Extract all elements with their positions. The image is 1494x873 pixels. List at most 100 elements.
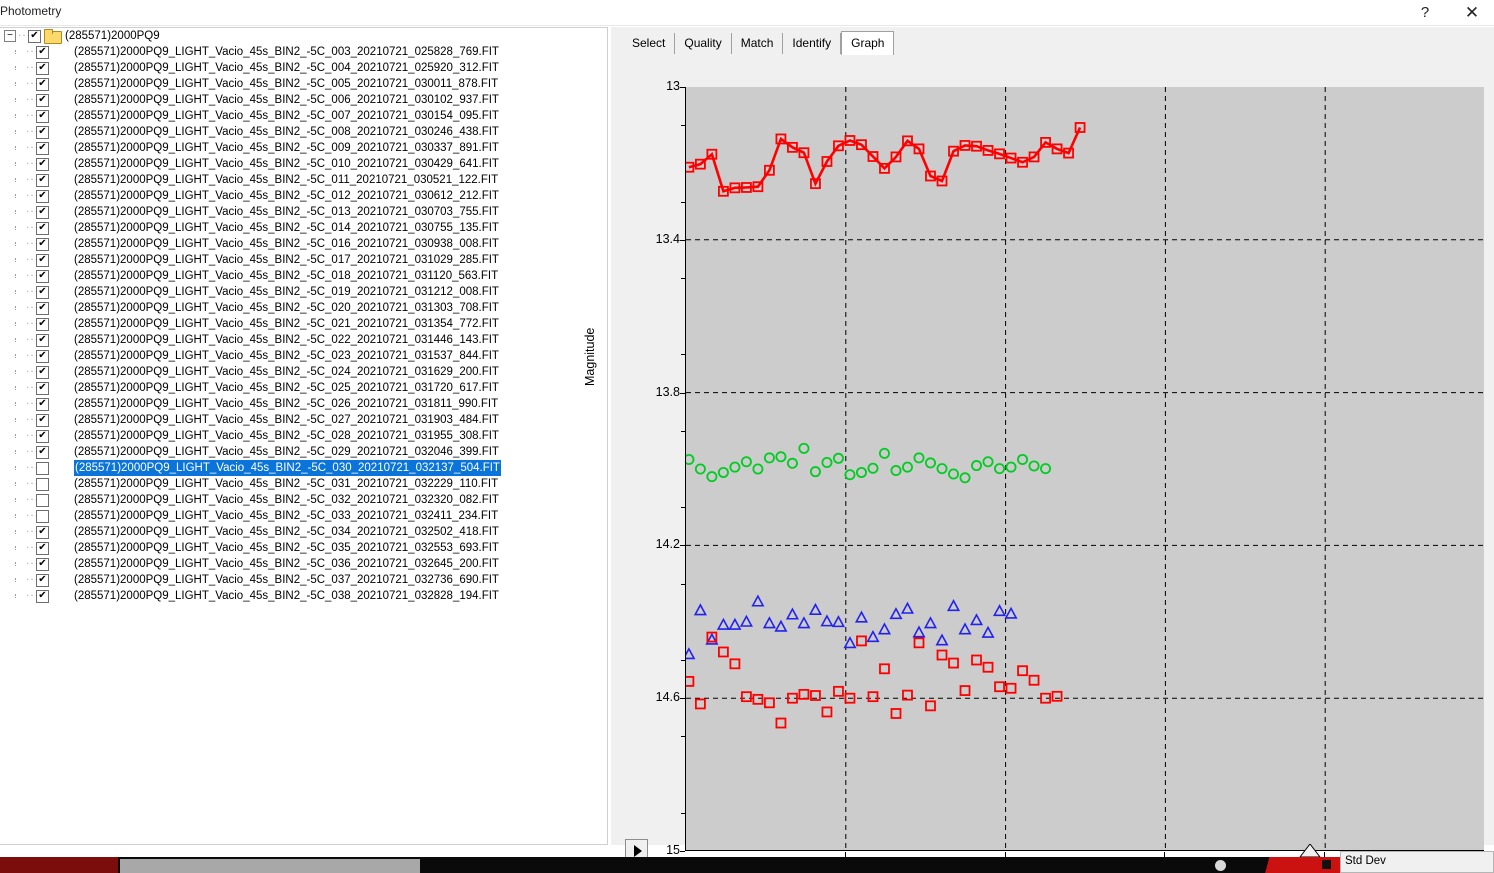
file-checkbox[interactable]	[36, 493, 49, 507]
file-list-item[interactable]: ··· (285571)2000PQ9_LIGHT_Vacio_45s_BIN2_…	[0, 124, 607, 140]
file-list-item[interactable]: ··· (285571)2000PQ9_LIGHT_Vacio_45s_BIN2_…	[0, 156, 607, 172]
tree-root-label: (285571)2000PQ9	[65, 30, 160, 42]
file-checkbox[interactable]	[36, 349, 49, 363]
file-list-item[interactable]: ··· (285571)2000PQ9_LIGHT_Vacio_45s_BIN2_…	[0, 140, 607, 156]
file-checkbox[interactable]	[36, 285, 49, 299]
tab-match[interactable]: Match	[731, 33, 784, 54]
file-list-item[interactable]: ··· (285571)2000PQ9_LIGHT_Vacio_45s_BIN2_…	[0, 44, 607, 60]
file-list-item[interactable]: ··· (285571)2000PQ9_LIGHT_Vacio_45s_BIN2_…	[0, 204, 607, 220]
file-checkbox[interactable]	[36, 525, 49, 539]
file-list-item[interactable]: ··· (285571)2000PQ9_LIGHT_Vacio_45s_BIN2_…	[0, 188, 607, 204]
graph-panel: Select Quality Match Identify Graph Magnitud…	[583, 27, 1494, 873]
file-list-item[interactable]: ··· (285571)2000PQ9_LIGHT_Vacio_45s_BIN2_…	[0, 76, 607, 92]
tree-connector-dots: ···	[26, 62, 39, 73]
file-list-item[interactable]: ··· (285571)2000PQ9_LIGHT_Vacio_45s_BIN2_…	[0, 60, 607, 76]
file-list[interactable]: ··· (285571)2000PQ9_LIGHT_Vacio_45s_BIN2_…	[0, 44, 607, 604]
file-list-item[interactable]: ··· (285571)2000PQ9_LIGHT_Vacio_45s_BIN2_…	[0, 332, 607, 348]
file-list-item[interactable]: ··· (285571)2000PQ9_LIGHT_Vacio_45s_BIN2_…	[0, 572, 607, 588]
file-checkbox[interactable]	[36, 253, 49, 267]
file-checkbox[interactable]	[36, 141, 49, 155]
file-list-item[interactable]: ··· (285571)2000PQ9_LIGHT_Vacio_45s_BIN2_…	[0, 412, 607, 428]
file-checkbox[interactable]	[36, 333, 49, 347]
file-list-item[interactable]: ··· (285571)2000PQ9_LIGHT_Vacio_45s_BIN2_…	[0, 428, 607, 444]
file-list-item[interactable]: ··· (285571)2000PQ9_LIGHT_Vacio_45s_BIN2_…	[0, 556, 607, 572]
file-label: (285571)2000PQ9_LIGHT_Vacio_45s_BIN2_-5C…	[74, 350, 499, 362]
tab-identify[interactable]: Identify	[783, 33, 842, 54]
file-checkbox[interactable]	[36, 413, 49, 427]
file-checkbox[interactable]	[36, 269, 49, 283]
file-checkbox[interactable]	[36, 157, 49, 171]
tree-connector-dots: ···	[26, 142, 39, 153]
file-list-item[interactable]: ··· (285571)2000PQ9_LIGHT_Vacio_45s_BIN2_…	[0, 524, 607, 540]
file-list-item[interactable]: ··· (285571)2000PQ9_LIGHT_Vacio_45s_BIN2_…	[0, 380, 607, 396]
tab-quality[interactable]: Quality	[675, 33, 732, 54]
tree-connector-dots: ···	[26, 270, 39, 281]
file-list-item[interactable]: ··· (285571)2000PQ9_LIGHT_Vacio_45s_BIN2_…	[0, 252, 607, 268]
file-checkbox[interactable]	[36, 429, 49, 443]
file-checkbox[interactable]	[36, 45, 49, 59]
file-list-item[interactable]: ··· (285571)2000PQ9_LIGHT_Vacio_45s_BIN2_…	[0, 300, 607, 316]
file-checkbox[interactable]	[36, 381, 49, 395]
file-checkbox[interactable]	[36, 125, 49, 139]
help-button[interactable]: ?	[1408, 1, 1442, 25]
file-list-item[interactable]: ··· (285571)2000PQ9_LIGHT_Vacio_45s_BIN2_…	[0, 220, 607, 236]
file-checkbox[interactable]	[36, 461, 49, 475]
file-checkbox[interactable]	[36, 77, 49, 91]
file-checkbox[interactable]	[36, 397, 49, 411]
file-list-item[interactable]: ··· (285571)2000PQ9_LIGHT_Vacio_45s_BIN2_…	[0, 316, 607, 332]
collapse-expander-icon[interactable]: −	[4, 30, 16, 42]
tree-connector-dots: ···	[26, 190, 39, 201]
file-checkbox[interactable]	[36, 205, 49, 219]
tree-connector-dots: ···	[26, 46, 39, 57]
file-list-item[interactable]: ··· (285571)2000PQ9_LIGHT_Vacio_45s_BIN2_…	[0, 460, 607, 476]
file-label: (285571)2000PQ9_LIGHT_Vacio_45s_BIN2_-5C…	[74, 460, 501, 476]
tree-root-node[interactable]: − ··· (285571)2000PQ9	[0, 28, 607, 44]
file-checkbox[interactable]	[36, 317, 49, 331]
file-checkbox[interactable]	[36, 589, 49, 603]
tree-root-checkbox[interactable]	[28, 29, 41, 43]
file-checkbox[interactable]	[36, 301, 49, 315]
file-checkbox[interactable]	[36, 237, 49, 251]
file-checkbox[interactable]	[36, 573, 49, 587]
status-std-dev: Std Dev	[1340, 851, 1494, 873]
plot-area[interactable]	[685, 87, 1485, 851]
tree-connector-dots: ···	[26, 430, 39, 441]
tree-connector-dots: ···	[26, 510, 39, 521]
file-checkbox[interactable]	[36, 445, 49, 459]
file-checkbox[interactable]	[36, 221, 49, 235]
file-checkbox[interactable]	[36, 109, 49, 123]
file-checkbox[interactable]	[36, 173, 49, 187]
file-list-item[interactable]: ··· (285571)2000PQ9_LIGHT_Vacio_45s_BIN2_…	[0, 236, 607, 252]
file-label: (285571)2000PQ9_LIGHT_Vacio_45s_BIN2_-5C…	[74, 574, 499, 586]
file-checkbox[interactable]	[36, 93, 49, 107]
file-checkbox[interactable]	[36, 189, 49, 203]
file-list-item[interactable]: ··· (285571)2000PQ9_LIGHT_Vacio_45s_BIN2_…	[0, 588, 607, 604]
file-checkbox[interactable]	[36, 509, 49, 523]
file-checkbox[interactable]	[36, 365, 49, 379]
file-list-item[interactable]: ··· (285571)2000PQ9_LIGHT_Vacio_45s_BIN2_…	[0, 396, 607, 412]
tab-select[interactable]: Select	[623, 33, 676, 54]
file-checkbox[interactable]	[36, 477, 49, 491]
file-list-item[interactable]: ··· (285571)2000PQ9_LIGHT_Vacio_45s_BIN2_…	[0, 444, 607, 460]
file-checkbox[interactable]	[36, 61, 49, 75]
file-list-item[interactable]: ··· (285571)2000PQ9_LIGHT_Vacio_45s_BIN2_…	[0, 540, 607, 556]
file-list-item[interactable]: ··· (285571)2000PQ9_LIGHT_Vacio_45s_BIN2_…	[0, 476, 607, 492]
file-tree-panel[interactable]: − ··· (285571)2000PQ9 ··· (285571)2000PQ9…	[0, 27, 608, 845]
file-list-item[interactable]: ··· (285571)2000PQ9_LIGHT_Vacio_45s_BIN2_…	[0, 172, 607, 188]
x-axis-slider-handle[interactable]	[1299, 844, 1322, 858]
file-checkbox[interactable]	[36, 557, 49, 571]
tab-strip[interactable]: Select Quality Match Identify Graph	[623, 31, 895, 55]
file-list-item[interactable]: ··· (285571)2000PQ9_LIGHT_Vacio_45s_BIN2_…	[0, 492, 607, 508]
file-checkbox[interactable]	[36, 541, 49, 555]
file-list-item[interactable]: ··· (285571)2000PQ9_LIGHT_Vacio_45s_BIN2_…	[0, 268, 607, 284]
file-list-item[interactable]: ··· (285571)2000PQ9_LIGHT_Vacio_45s_BIN2_…	[0, 508, 607, 524]
desktop-background-strip	[0, 857, 1494, 873]
light-curve-plot[interactable]	[686, 87, 1485, 851]
file-list-item[interactable]: ··· (285571)2000PQ9_LIGHT_Vacio_45s_BIN2_…	[0, 108, 607, 124]
file-list-item[interactable]: ··· (285571)2000PQ9_LIGHT_Vacio_45s_BIN2_…	[0, 348, 607, 364]
tab-graph[interactable]: Graph	[841, 31, 895, 55]
close-button[interactable]: ✕	[1452, 1, 1492, 25]
file-list-item[interactable]: ··· (285571)2000PQ9_LIGHT_Vacio_45s_BIN2_…	[0, 284, 607, 300]
file-list-item[interactable]: ··· (285571)2000PQ9_LIGHT_Vacio_45s_BIN2_…	[0, 92, 607, 108]
file-list-item[interactable]: ··· (285571)2000PQ9_LIGHT_Vacio_45s_BIN2_…	[0, 364, 607, 380]
